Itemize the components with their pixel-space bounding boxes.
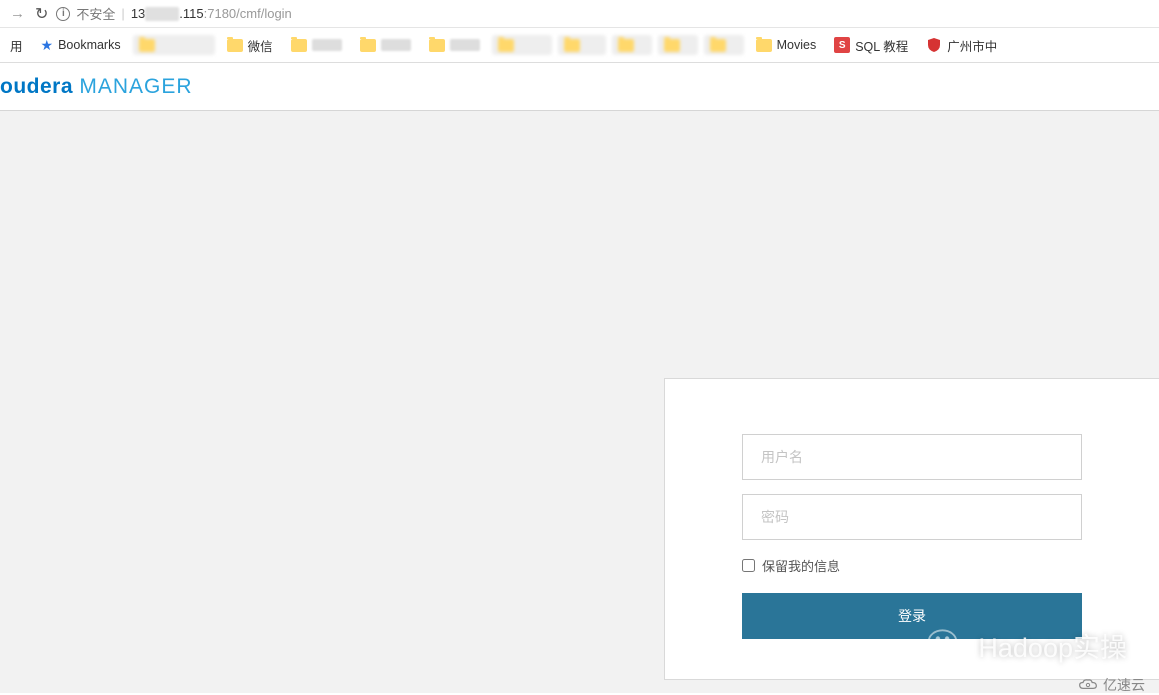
brand-header: oudera MANAGER [0, 63, 1159, 111]
login-button[interactable]: 登录 [742, 593, 1082, 639]
browser-address-bar: → ↻ i 不安全 | 13 .115:7180/cmf/login [0, 0, 1159, 28]
brand-logo: oudera MANAGER [0, 75, 193, 99]
bookmark-folder-obscured-8[interactable] [658, 35, 698, 55]
cloud-icon [1078, 678, 1098, 692]
remember-label: 保留我的信息 [762, 556, 840, 575]
info-icon[interactable]: i [56, 7, 70, 21]
movies-label: Movies [777, 38, 817, 52]
bookmark-wechat[interactable]: 微信 [221, 33, 279, 58]
url-display[interactable]: i 不安全 | 13 .115:7180/cmf/login [56, 4, 1151, 23]
bookmarks-bar: 用 ★ Bookmarks 微信 Movies S SQ [0, 28, 1159, 63]
forward-arrow-icon[interactable]: → [8, 5, 27, 22]
url-path: :7180/cmf/login [204, 6, 292, 21]
star-icon: ★ [41, 37, 54, 54]
sql-label: SQL 教程 [855, 36, 908, 55]
folder-icon [756, 39, 772, 52]
bookmark-folder-obscured-1[interactable] [133, 35, 215, 55]
not-secure-label: 不安全 [76, 4, 115, 23]
bookmark-bookmarks[interactable]: ★ Bookmarks [35, 34, 127, 57]
reload-icon[interactable]: ↻ [35, 4, 48, 24]
folder-icon [360, 39, 376, 52]
bookmark-folder-obscured-5[interactable] [492, 35, 552, 55]
bookmark-folder-obscured-3[interactable] [354, 36, 417, 55]
sql-icon: S [834, 37, 850, 53]
bookmark-guangzhou[interactable]: 广州市中 [920, 33, 1003, 58]
bookmark-apps[interactable]: 用 [4, 33, 29, 58]
url-divider: | [121, 6, 124, 21]
bookmark-folder-obscured-4[interactable] [423, 36, 486, 55]
folder-icon [710, 39, 726, 52]
bookmark-folder-obscured-7[interactable] [612, 35, 652, 55]
remember-checkbox[interactable] [742, 559, 755, 572]
folder-icon [429, 39, 445, 52]
bookmark-folder-obscured-2[interactable] [285, 36, 348, 55]
apps-label: 用 [10, 36, 23, 55]
password-input[interactable] [742, 494, 1082, 540]
folder-icon [227, 39, 243, 52]
obscured-label [450, 39, 480, 51]
url-host-prefix: 13 [131, 6, 145, 21]
folder-icon [291, 39, 307, 52]
remember-row: 保留我的信息 [742, 556, 1082, 575]
obscured-label [312, 39, 342, 51]
bookmark-sql-tutorial[interactable]: S SQL 教程 [828, 33, 914, 58]
folder-icon [664, 39, 680, 52]
login-panel: 保留我的信息 登录 [664, 378, 1159, 680]
shield-icon [926, 37, 942, 53]
folder-icon [618, 39, 634, 52]
brand-part2: MANAGER [79, 75, 192, 98]
bookmark-folder-obscured-9[interactable] [704, 35, 744, 55]
wechat-label: 微信 [248, 36, 273, 55]
bookmarks-label: Bookmarks [58, 38, 121, 52]
bookmark-folder-obscured-6[interactable] [558, 35, 606, 55]
url-obscured [145, 7, 179, 21]
brand-part1: oudera [0, 75, 73, 98]
bookmark-movies[interactable]: Movies [750, 35, 823, 55]
guangzhou-label: 广州市中 [947, 36, 997, 55]
obscured-label [381, 39, 411, 51]
url-host-suffix: .115 [179, 6, 203, 21]
username-input[interactable] [742, 434, 1082, 480]
main-content: 保留我的信息 登录 Hadoop实操 亿速云 [0, 111, 1159, 693]
folder-icon [139, 39, 155, 52]
folder-icon [498, 39, 514, 52]
folder-icon [564, 39, 580, 52]
